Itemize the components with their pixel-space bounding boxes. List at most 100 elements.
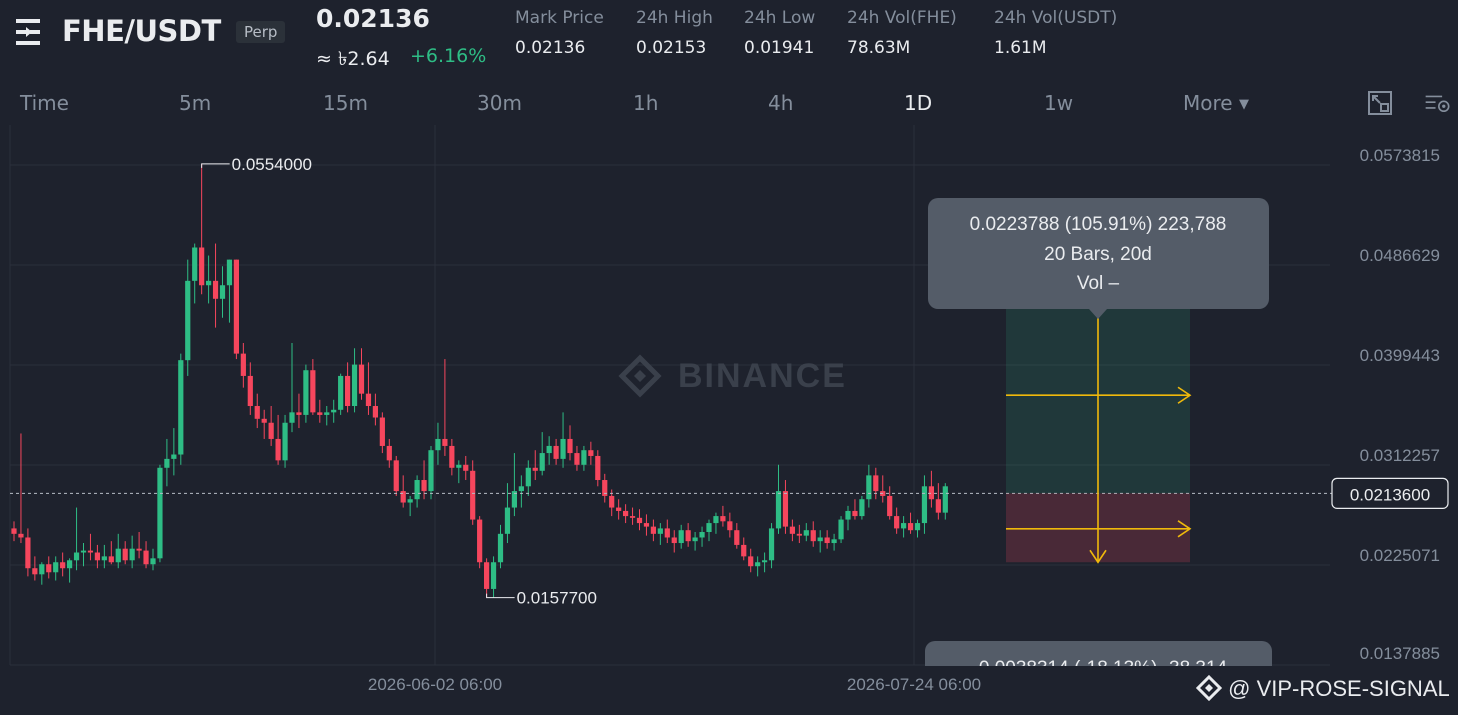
candle-body (18, 533, 24, 538)
candle-body (671, 537, 677, 544)
candlestick-chart[interactable]: BINANCE 0.0213600 0.0223788 (105.91%) 22… (0, 125, 1458, 715)
candle-body (115, 548, 121, 563)
candle-body (73, 552, 80, 561)
candle-body (240, 353, 246, 376)
tab-5m[interactable]: 5m (179, 91, 211, 115)
candle-body (650, 526, 656, 534)
tab-4h[interactable]: 4h (768, 91, 793, 115)
candle-body (421, 480, 427, 492)
tab-1d[interactable]: 1D (904, 91, 932, 115)
measure-up-bars: 20 Bars, 20d (1044, 244, 1152, 265)
candle-body (845, 510, 851, 520)
tab-15m[interactable]: 15m (323, 91, 368, 115)
candle-body (796, 533, 802, 536)
candle-body (379, 417, 385, 446)
candle-body (609, 495, 615, 508)
binance-logo-icon (1195, 674, 1223, 702)
candle-body (699, 532, 705, 538)
chart-settings-icon[interactable] (1366, 89, 1394, 117)
candle-body (907, 523, 914, 531)
stat-mark-price-label: Mark Price (515, 8, 604, 28)
candle-body (894, 516, 900, 529)
candle-body (623, 510, 629, 517)
candle-body (477, 519, 483, 563)
candle-body (345, 375, 351, 407)
candle-body (178, 360, 184, 455)
candle-body (831, 539, 837, 544)
candle-body (852, 510, 858, 517)
candle-body (233, 259, 239, 354)
candle-body (282, 422, 288, 461)
candle-body (817, 537, 823, 542)
candle-body (692, 537, 698, 542)
tab-1h[interactable]: 1h (633, 91, 658, 115)
candle-body (449, 445, 455, 468)
candle-body (303, 370, 309, 415)
candle-body (219, 285, 226, 299)
stat-24h-low-label: 24h Low (744, 8, 816, 28)
candle-body (734, 530, 740, 545)
candle-body (560, 438, 566, 459)
candle-body (150, 558, 156, 565)
candle-body (595, 455, 601, 481)
stat-24h-high-value: 0.02153 (636, 38, 707, 58)
candle-body (539, 453, 545, 471)
candle-body (616, 507, 622, 511)
menu-icon[interactable] (16, 18, 46, 46)
candle-body (657, 528, 663, 534)
y-tick-label: 0.0225071 (1360, 546, 1440, 565)
candle-body (101, 556, 107, 561)
candle-body (164, 458, 170, 468)
candle-body (921, 486, 928, 524)
last-price: 0.02136 (316, 4, 430, 33)
candle-body (32, 568, 38, 575)
candle-body (122, 548, 128, 561)
candle-body (25, 537, 31, 569)
candle-body (518, 486, 524, 492)
candle-body (289, 412, 295, 423)
y-tick-label: 0.0399443 (1360, 346, 1440, 365)
candle-body (60, 562, 66, 569)
candle-body (428, 450, 434, 492)
candle-body (414, 480, 420, 500)
y-tick-label: 0.0137885 (1360, 644, 1440, 663)
candle-body (157, 467, 163, 559)
measure-up-vol: Vol – (1077, 273, 1120, 294)
candle-body (11, 528, 17, 534)
stat-24h-vol-quote-value: 1.61M (994, 38, 1047, 58)
x-tick-label: 2026-06-02 06:00 (368, 675, 502, 694)
more-label: More (1183, 91, 1233, 115)
candle-body (546, 445, 552, 454)
x-tick-label: 2026-07-24 06:00 (847, 675, 981, 694)
candle-body (532, 467, 538, 471)
low-marker-line (486, 593, 515, 599)
contract-type-badge: Perp (236, 21, 286, 43)
candle-body (643, 523, 650, 527)
ticker-header: FHE/USDT Perp 0.02136 ≈ ৳2.64 +6.16% Mar… (0, 0, 1458, 80)
candle-body (192, 247, 198, 281)
candle-body (727, 521, 733, 531)
candle-body (901, 523, 907, 529)
candle-body (400, 491, 406, 503)
pair-symbol[interactable]: FHE/USDT (62, 14, 221, 48)
tab-time[interactable]: Time (20, 91, 69, 115)
tab-30m[interactable]: 30m (477, 91, 522, 115)
candle-body (629, 516, 636, 518)
candle-body (206, 280, 212, 286)
stat-mark-price-value: 0.02136 (515, 38, 586, 58)
tab-1w[interactable]: 1w (1044, 91, 1073, 115)
candle-body (706, 523, 712, 533)
candle-body (748, 556, 754, 567)
candle-body (504, 507, 511, 534)
candle-body (866, 475, 872, 500)
candle-body (39, 564, 45, 575)
measure-up-change: 0.0223788 (105.91%) 223,788 (970, 214, 1227, 235)
layout-settings-icon[interactable] (1424, 89, 1452, 117)
tab-more[interactable]: More ▼ (1183, 91, 1249, 115)
stat-24h-vol-base-value: 78.63M (847, 38, 911, 58)
stat-24h-vol-quote-label: 24h Vol(USDT) (994, 8, 1118, 28)
high-marker-label: 0.0554000 (232, 155, 312, 174)
candle-body (914, 523, 921, 531)
candle-body (497, 533, 504, 563)
candle-body (185, 280, 191, 361)
